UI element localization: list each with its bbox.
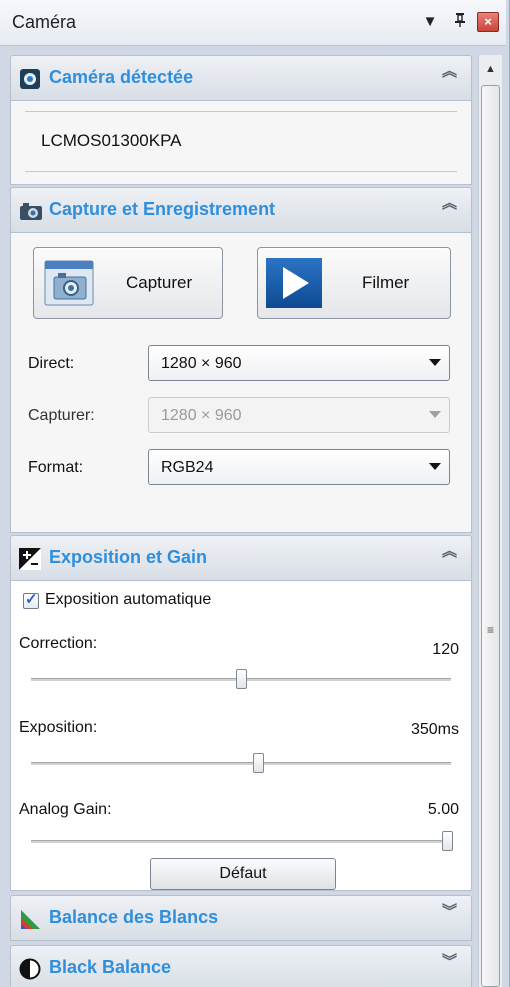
divider (25, 111, 457, 112)
expand-icon[interactable]: ︾ (442, 904, 457, 919)
section-white-balance: Balance des Blancs ︾ (10, 895, 472, 941)
section-black-balance: Black Balance ︾ (10, 945, 472, 987)
correction-slider[interactable] (31, 669, 451, 689)
section-title: Exposition et Gain (49, 547, 208, 567)
exposure-slider[interactable] (31, 753, 451, 773)
section-body: LCMOS01300KPA (10, 101, 472, 185)
chevron-down-icon (429, 359, 441, 366)
snapshot-icon (44, 260, 94, 311)
vertical-scrollbar[interactable]: ▲ ≡ (478, 55, 502, 987)
section-title: Balance des Blancs (49, 907, 219, 927)
scrollbar-thumb[interactable]: ≡ (481, 85, 500, 987)
capture-resolution-select: 1280 × 960 (148, 397, 450, 433)
section-exposure: Exposition et Gain ︽ ✓ Exposition automa… (10, 535, 472, 891)
device-name: LCMOS01300KPA (41, 131, 182, 150)
webcam-icon (19, 68, 41, 90)
default-button[interactable]: Défaut (150, 858, 336, 890)
collapse-icon[interactable]: ︽ (442, 544, 457, 559)
correction-value: 120 (432, 641, 459, 658)
camera-panel-window: Caméra ▼ × Caméra détectée ︽ LCMOS01300K… (0, 0, 510, 987)
slider-thumb[interactable] (441, 831, 453, 851)
panel-titlebar: Caméra ▼ × (0, 0, 506, 46)
chevron-down-icon (429, 463, 441, 470)
format-select[interactable]: RGB24 (148, 449, 450, 485)
direct-resolution-value: 1280 × 960 (161, 355, 242, 372)
analog-gain-label: Analog Gain: (19, 801, 112, 818)
play-icon (266, 258, 322, 313)
grip-icon: ≡ (487, 623, 495, 637)
camera-icon (19, 200, 42, 222)
exposure-label: Exposition: (19, 719, 98, 736)
capture-resolution-value: 1280 × 960 (161, 407, 242, 424)
section-body: ✓ Exposition automatique Correction: 120… (10, 581, 472, 891)
record-button[interactable]: Filmer (257, 247, 451, 319)
panel-content: Caméra détectée ︽ LCMOS01300KPA Capture … (10, 55, 472, 987)
slider-track (31, 840, 451, 843)
direct-resolution-select[interactable]: 1280 × 960 (148, 345, 450, 381)
contrast-icon (19, 958, 41, 980)
panel-title: Caméra (12, 12, 77, 32)
dropdown-icon[interactable]: ▼ (420, 12, 440, 32)
auto-exposure-checkbox[interactable]: ✓ (23, 591, 39, 609)
chevron-down-icon (429, 411, 441, 418)
color-spectrum-icon (19, 908, 41, 930)
section-header-capture[interactable]: Capture et Enregistrement ︽ (10, 187, 472, 233)
section-body: Capturer Filmer Direct: 1280 × 960 Captu… (10, 233, 472, 533)
record-button-label: Filmer (362, 273, 410, 292)
capture-button[interactable]: Capturer (33, 247, 223, 319)
scroll-up-icon[interactable]: ▲ (479, 55, 502, 83)
section-header-white-balance[interactable]: Balance des Blancs ︾ (10, 895, 472, 941)
section-title: Caméra détectée (49, 67, 194, 87)
analog-gain-value: 5.00 (427, 801, 459, 818)
capture-resolution-label: Capturer: (28, 407, 95, 424)
auto-exposure-label: Exposition automatique (45, 591, 212, 608)
expand-icon[interactable]: ︾ (442, 954, 457, 969)
slider-thumb[interactable] (252, 753, 264, 773)
capture-button-label: Capturer (126, 273, 193, 292)
format-value: RGB24 (161, 459, 214, 476)
exposure-value: 350ms (410, 721, 459, 738)
section-header-detected-camera[interactable]: Caméra détectée ︽ (10, 55, 472, 101)
section-header-black-balance[interactable]: Black Balance ︾ (10, 945, 472, 987)
section-title: Capture et Enregistrement (49, 199, 276, 219)
collapse-icon[interactable]: ︽ (442, 196, 457, 211)
section-header-exposure[interactable]: Exposition et Gain ︽ (10, 535, 472, 581)
collapse-icon[interactable]: ︽ (442, 64, 457, 79)
direct-label: Direct: (28, 355, 75, 372)
close-icon[interactable]: × (477, 12, 499, 32)
section-capture: Capture et Enregistrement ︽ Capturer Fil… (10, 187, 472, 533)
format-label: Format: (28, 459, 84, 476)
section-detected-camera: Caméra détectée ︽ LCMOS01300KPA (10, 55, 472, 185)
checkmark-icon: ✓ (25, 591, 38, 608)
divider (25, 171, 457, 172)
slider-thumb[interactable] (236, 669, 247, 689)
section-title: Black Balance (49, 957, 172, 977)
analog-gain-slider[interactable] (31, 831, 453, 851)
pin-icon[interactable] (450, 12, 470, 32)
exposure-icon (19, 548, 41, 570)
correction-label: Correction: (19, 635, 98, 652)
slider-track (31, 762, 451, 765)
